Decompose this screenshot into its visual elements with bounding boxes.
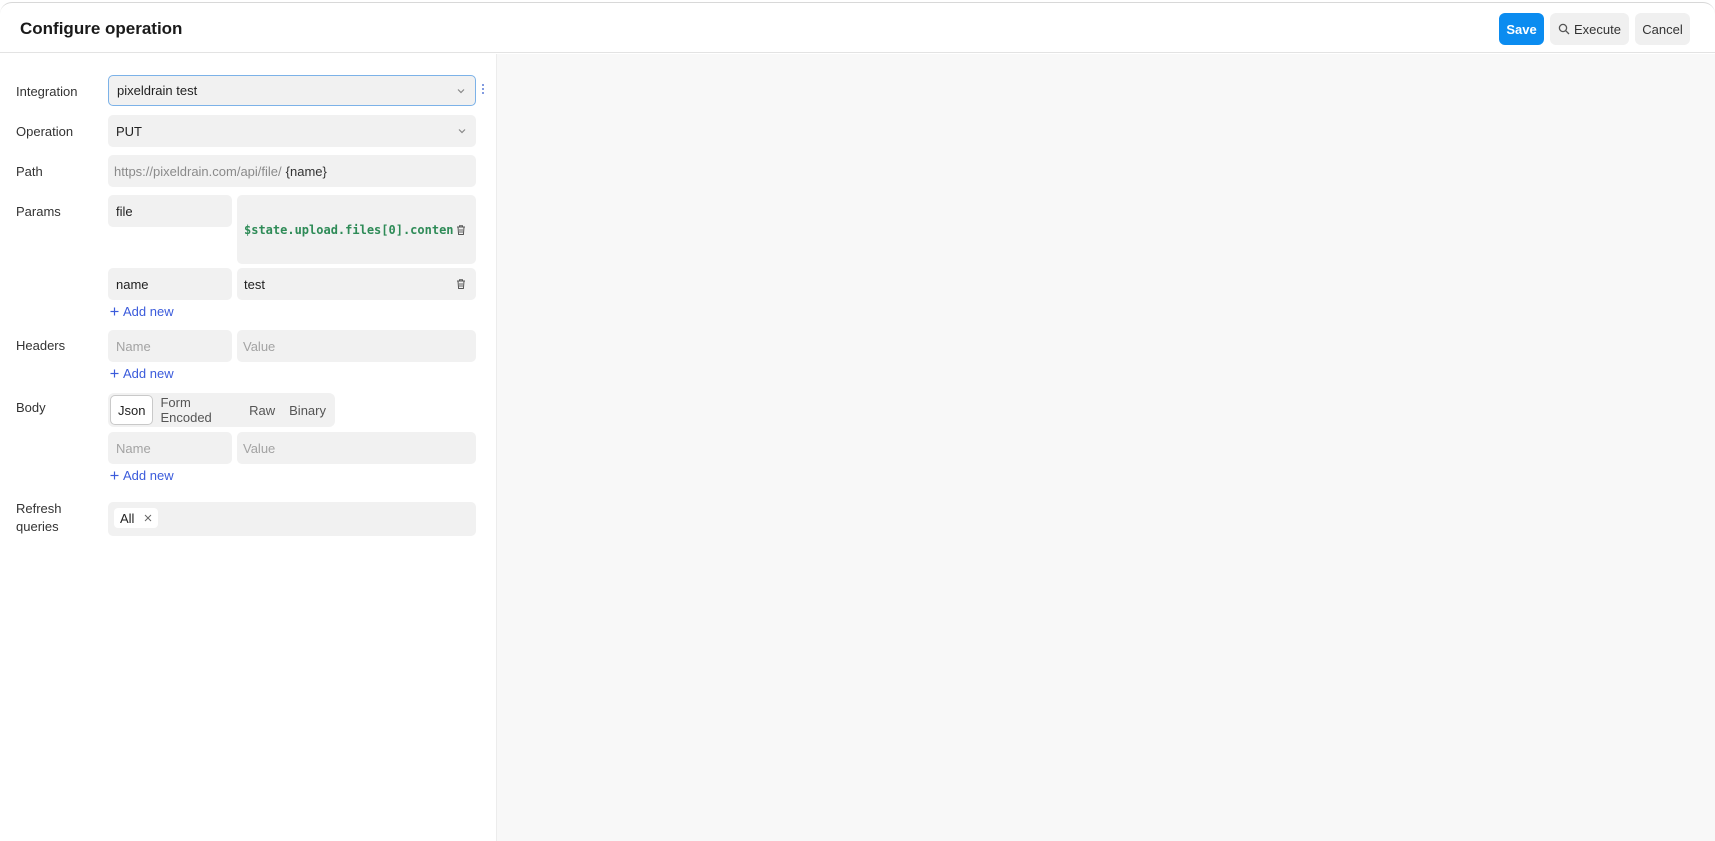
search-icon: [1558, 23, 1570, 35]
execute-label: Execute: [1574, 21, 1621, 37]
add-new-label: Add new: [123, 304, 174, 319]
add-param-button[interactable]: Add new: [110, 304, 174, 319]
param-value-editor[interactable]: $state.upload.files[0].contents: [237, 195, 476, 264]
add-header-button[interactable]: Add new: [110, 366, 174, 381]
tab-raw[interactable]: Raw: [242, 395, 282, 425]
add-new-label: Add new: [123, 366, 174, 381]
plus-icon: [110, 471, 119, 480]
tab-form-encoded[interactable]: Form Encoded: [153, 395, 242, 425]
path-input[interactable]: https://pixeldrain.com/api/file/ {name}: [108, 155, 476, 187]
params-label: Params: [16, 204, 61, 219]
body-name-input[interactable]: Name: [108, 432, 232, 464]
tab-binary[interactable]: Binary: [282, 395, 333, 425]
plus-icon: [110, 307, 119, 316]
chevron-down-icon: [457, 88, 465, 93]
path-label: Path: [16, 164, 43, 179]
page-title: Configure operation: [20, 19, 183, 38]
add-body-field-button[interactable]: Add new: [110, 468, 174, 483]
tab-json[interactable]: Json: [110, 395, 154, 425]
configure-operation-modal: Configure operation Save Execute Cancel …: [0, 2, 1715, 841]
path-base-url: https://pixeldrain.com/api/file/: [114, 163, 282, 179]
query-tag-label: All: [120, 510, 135, 526]
header-name-input[interactable]: Name: [108, 330, 232, 362]
integration-label: Integration: [16, 84, 78, 99]
param-name-input[interactable]: file: [108, 195, 232, 227]
more-options-icon[interactable]: [481, 83, 485, 95]
integration-select[interactable]: pixeldrain test: [108, 75, 476, 106]
operation-form: Integration pixeldrain test Operation PU…: [0, 54, 496, 841]
body-value-input[interactable]: Value: [237, 432, 476, 464]
trash-icon[interactable]: [456, 279, 466, 290]
add-new-label: Add new: [123, 468, 174, 483]
operation-select[interactable]: PUT: [108, 115, 476, 147]
param-name-input[interactable]: name: [108, 268, 232, 300]
query-tag: All: [114, 508, 159, 528]
operation-value: PUT: [116, 123, 142, 139]
param-code-value: $state.upload.files[0].contents: [244, 222, 454, 237]
execute-button[interactable]: Execute: [1550, 13, 1629, 45]
chevron-down-icon: [458, 129, 466, 134]
body-label: Body: [16, 400, 46, 415]
refresh-queries-label: Refresh queries: [16, 500, 62, 536]
header-value-input[interactable]: Value: [237, 330, 476, 362]
body-type-tabs: Json Form Encoded Raw Binary: [108, 393, 335, 427]
refresh-queries-select[interactable]: All: [108, 502, 476, 536]
plus-icon: [110, 369, 119, 378]
param-name-value: file: [116, 203, 133, 219]
close-icon[interactable]: [144, 514, 152, 522]
result-panel: [496, 54, 1715, 841]
save-button[interactable]: Save: [1499, 13, 1544, 45]
refresh-label-line1: Refresh: [16, 501, 62, 516]
modal-header: Configure operation Save Execute Cancel: [0, 3, 1715, 53]
operation-label: Operation: [16, 124, 74, 139]
path-value: {name}: [285, 163, 327, 179]
integration-value: pixeldrain test: [117, 83, 198, 98]
headers-label: Headers: [16, 338, 66, 353]
param-name-value: name: [116, 276, 149, 292]
param-value-input[interactable]: test: [237, 268, 476, 300]
refresh-label-line2: queries: [16, 519, 59, 534]
param-value: test: [244, 276, 265, 292]
cancel-button[interactable]: Cancel: [1635, 13, 1690, 45]
trash-icon[interactable]: [456, 224, 466, 235]
